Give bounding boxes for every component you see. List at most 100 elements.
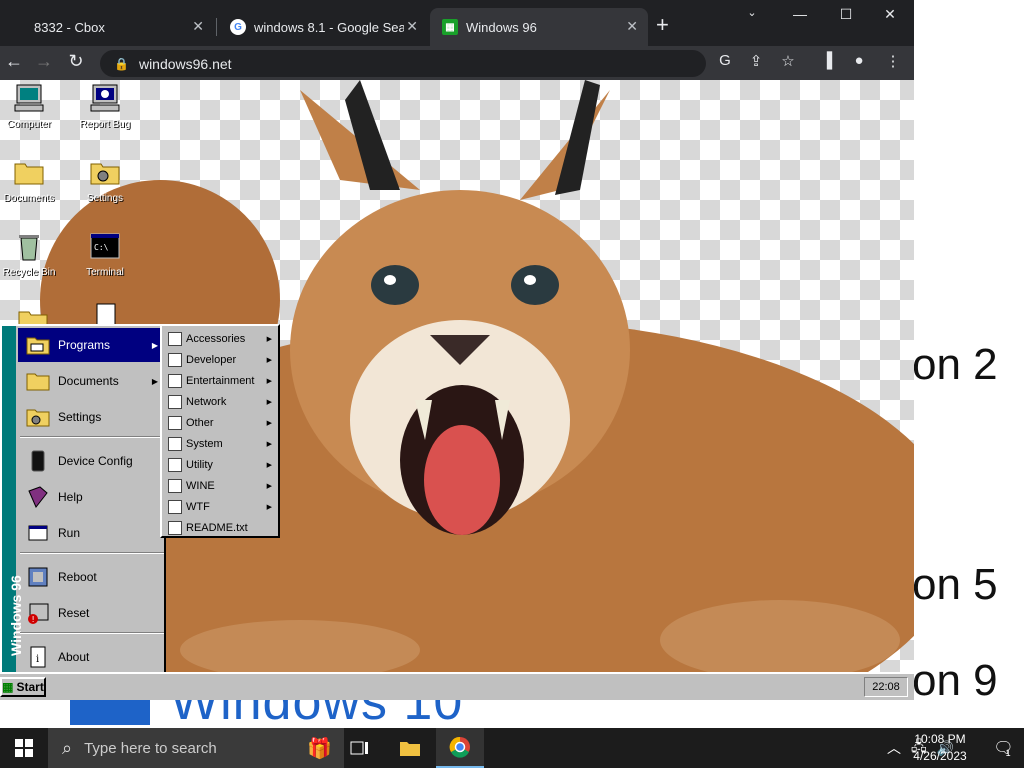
close-window-button[interactable]: ✕ — [870, 6, 910, 23]
help-book-icon — [28, 486, 48, 508]
windows-start-button[interactable] — [0, 728, 48, 768]
win96-taskbar: ▦ Start 22:08 — [0, 672, 914, 700]
tab-title: 8332 - Cbox — [34, 19, 105, 35]
submenu-item-readme[interactable]: README.txt — [164, 517, 276, 538]
submenu-item-developer[interactable]: Developer ▶ — [164, 349, 276, 370]
submenu-item-wtf[interactable]: WTF ▶ — [164, 496, 276, 517]
tab-separator — [216, 18, 217, 36]
tab-windows96[interactable]: ▦ Windows 96 ✕ — [430, 8, 648, 46]
taskbar-clock[interactable]: 10:08 PM 4/26/2023 — [902, 731, 978, 765]
desktop-icon-label: Computer — [7, 119, 51, 130]
close-icon[interactable]: ✕ — [192, 18, 204, 35]
menu-separator — [20, 436, 164, 438]
chevron-up-icon[interactable]: ︿ — [887, 738, 901, 758]
folder-icon — [400, 742, 420, 756]
desktop-icon-terminal[interactable]: C:\ Terminal — [72, 230, 138, 278]
chevron-down-icon[interactable]: ⌄ — [732, 6, 772, 19]
recycle-bin-icon — [19, 235, 39, 261]
submenu-item-entertainment[interactable]: Entertainment ▶ — [164, 370, 276, 391]
program-group-icon — [168, 373, 182, 388]
search-highlight-icon: 🎁 — [307, 737, 332, 760]
profile-icon[interactable]: ● — [848, 52, 870, 69]
taskbar-search-box[interactable]: ⌕ Type here to search 🎁 — [48, 728, 344, 768]
windows96-icon: ▦ — [2, 680, 14, 694]
submenu-item-network[interactable]: Network ▶ — [164, 391, 276, 412]
chrome-button[interactable] — [436, 728, 484, 768]
desktop-icon-label: Documents — [3, 193, 55, 204]
menu-icon[interactable]: ⋮ — [882, 52, 904, 70]
chrome-icon — [449, 736, 470, 758]
tab-google-search[interactable]: G windows 8.1 - Google Search ✕ — [218, 8, 428, 46]
search-placeholder: Type here to search — [84, 739, 217, 757]
start-menu-reboot[interactable]: Reboot — [18, 560, 164, 594]
google-lens-icon[interactable]: G — [714, 52, 736, 69]
program-group-icon — [168, 478, 182, 493]
forward-button[interactable]: → — [32, 51, 56, 72]
task-view-button[interactable] — [336, 728, 384, 768]
submenu-item-system[interactable]: System ▶ — [164, 433, 276, 454]
desktop-icon-recycle-bin[interactable]: Recycle Bin — [0, 230, 62, 278]
run-icon — [28, 525, 48, 541]
maximize-button[interactable]: ☐ — [826, 6, 866, 23]
start-menu-documents[interactable]: Documents ▶ — [18, 364, 164, 398]
desktop-icon-label: Recycle Bin — [2, 267, 56, 278]
background-text: on 2 — [912, 340, 998, 389]
start-menu-reset[interactable]: ! Reset — [18, 596, 164, 630]
submenu-item-accessories[interactable]: Accessories ▶ — [164, 328, 276, 349]
address-text: windows96.net — [138, 55, 232, 72]
program-group-icon — [168, 457, 182, 472]
tab-title: windows 8.1 - Google Search — [254, 19, 404, 35]
windows-logo-icon — [15, 739, 33, 757]
submenu-arrow-icon: ▶ — [266, 377, 272, 385]
desktop-icon-settings[interactable]: Settings — [72, 156, 138, 204]
submenu-arrow-icon: ▶ — [266, 461, 272, 469]
bookmark-star-icon[interactable]: ☆ — [777, 52, 799, 70]
program-group-icon — [168, 331, 182, 346]
clock-time: 10:08 PM — [914, 732, 966, 746]
close-icon[interactable]: ✕ — [626, 18, 638, 35]
back-button[interactable]: ← — [2, 51, 26, 72]
program-group-icon — [168, 352, 182, 367]
tab-cbox[interactable]: 8332 - Cbox ✕ — [8, 8, 214, 46]
start-menu-device-config[interactable]: Device Config — [18, 444, 164, 478]
desktop-icon-documents[interactable]: Documents — [0, 156, 62, 204]
start-menu-programs[interactable]: Programs ▶ — [18, 328, 164, 362]
close-icon[interactable]: ✕ — [406, 18, 418, 35]
reset-icon: ! — [28, 603, 49, 624]
side-panel-icon[interactable]: ▐ — [816, 52, 838, 69]
computer-icon — [14, 84, 44, 112]
desktop-icon-label: Report Bug — [79, 119, 131, 130]
folder-icon — [26, 373, 50, 391]
info-icon: i — [30, 646, 46, 668]
reboot-icon — [28, 567, 48, 587]
notification-center-button[interactable]: 🗨 1 — [982, 728, 1022, 768]
start-menu-settings[interactable]: Settings — [18, 400, 164, 434]
desktop-icon-label: Settings — [86, 193, 124, 204]
submenu-item-utility[interactable]: Utility ▶ — [164, 454, 276, 475]
task-view-icon — [350, 741, 368, 755]
submenu-arrow-icon: ▶ — [266, 440, 272, 448]
start-menu-help[interactable]: Help — [18, 480, 164, 514]
submenu-arrow-icon: ▶ — [266, 503, 272, 511]
share-icon[interactable]: ⇪ — [745, 52, 767, 70]
submenu-item-other[interactable]: Other ▶ — [164, 412, 276, 433]
start-menu-run[interactable]: Run — [18, 516, 164, 550]
address-bar[interactable]: 🔒 windows96.net — [100, 50, 706, 77]
start-menu-about[interactable]: i About — [18, 640, 164, 674]
programs-submenu: Accessories ▶ Developer ▶ Entertainment ▶ N… — [160, 324, 280, 538]
new-tab-button[interactable]: + — [656, 14, 669, 36]
menu-separator — [20, 552, 164, 554]
desktop-icon-report-bug[interactable]: Report Bug — [72, 82, 138, 130]
desktop-icon-label: Terminal — [86, 267, 124, 278]
program-group-icon — [168, 394, 182, 409]
submenu-item-wine[interactable]: WINE ▶ — [164, 475, 276, 496]
reload-button[interactable]: ↻ — [64, 51, 88, 72]
file-explorer-button[interactable] — [386, 728, 434, 768]
desktop-icon-computer[interactable]: Computer — [0, 82, 62, 130]
windows96-desktop: Computer Report Bug Documents Settings R… — [0, 80, 914, 700]
submenu-arrow-icon: ▶ — [266, 356, 272, 364]
win96-start-button[interactable]: ▦ Start — [0, 677, 46, 697]
start-menu: Windows 96 Programs ▶ Documents ▶ Settin… — [0, 324, 166, 676]
program-group-icon — [168, 436, 182, 451]
minimize-button[interactable]: — — [780, 6, 820, 22]
